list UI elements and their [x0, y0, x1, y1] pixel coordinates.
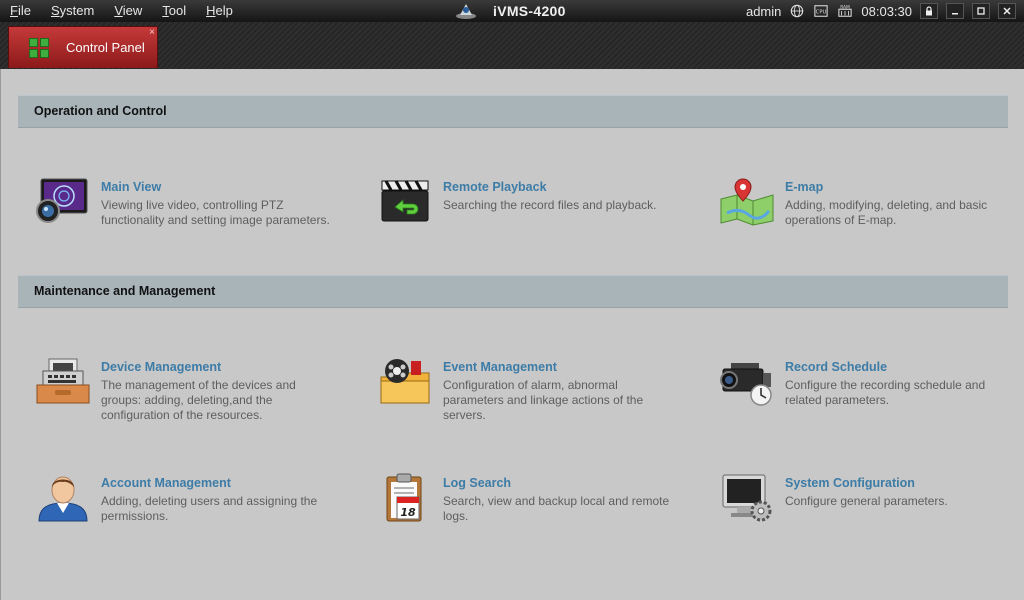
item-label: Device Management	[101, 360, 222, 374]
item-description: Search, view and backup local and remote…	[443, 494, 670, 523]
ram-label: RAM	[841, 4, 851, 10]
control-panel-grid-icon	[29, 37, 49, 58]
item-label: Remote Playback	[443, 180, 547, 194]
user-account-icon	[38, 476, 88, 522]
camera-logo-icon	[456, 4, 476, 19]
control-panel-content: Operation and Control Main View Viewing …	[0, 69, 1024, 600]
maximize-icon	[977, 7, 985, 15]
item-description: Adding, deleting users and assigning the…	[101, 494, 318, 523]
item-label: Log Search	[443, 476, 512, 490]
event-folder-icon	[380, 359, 430, 404]
lock-button[interactable]	[920, 3, 938, 19]
item-label: Account Management	[101, 476, 231, 490]
tab-strip: Control Panel ×	[0, 22, 1024, 70]
status-tools: admin CPU RAM 08:03:30	[746, 0, 1016, 22]
cpu-label: CPU	[816, 10, 827, 16]
close-icon	[1003, 7, 1011, 15]
map-pin-icon	[720, 178, 774, 226]
lock-icon	[926, 6, 932, 16]
item-description: Configure the recording schedule and rel…	[785, 378, 986, 407]
maximize-button[interactable]	[972, 3, 990, 19]
menu-view[interactable]: View	[104, 0, 152, 22]
clapperboard-icon	[381, 180, 429, 222]
menu-help[interactable]: Help	[196, 0, 243, 22]
menu-system[interactable]: System	[41, 0, 104, 22]
menu-file[interactable]: File	[0, 0, 41, 22]
item-label: E-map	[785, 180, 824, 194]
item-description: Configuration of alarm, abnormal paramet…	[443, 378, 644, 422]
item-description: Configure general parameters.	[785, 494, 948, 508]
item-description: The management of the devices and groups…	[101, 378, 296, 422]
app-title: iVMS-4200	[493, 3, 566, 19]
section-header-maintenance: Maintenance and Management	[18, 275, 1008, 308]
calendar-clipboard-icon: 18	[386, 473, 422, 522]
section-header-operation: Operation and Control	[18, 95, 1008, 128]
app-title-area: iVMS-4200	[455, 0, 566, 22]
globe-icon[interactable]	[789, 4, 805, 18]
item-label: System Configuration	[785, 476, 915, 490]
monitor-gear-icon	[722, 474, 772, 522]
close-button[interactable]	[998, 3, 1016, 19]
username: admin	[745, 3, 782, 19]
calendar-day: 18	[400, 506, 416, 519]
tab-close-icon[interactable]: ×	[149, 27, 155, 38]
device-drawer-icon	[36, 358, 90, 404]
clock-time: 08:03:30	[861, 3, 912, 19]
ram-icon[interactable]: RAM	[837, 4, 853, 18]
item-label: Record Schedule	[785, 360, 888, 374]
minimize-icon	[952, 13, 958, 15]
item-description: Adding, modifying, deleting, and basic o…	[785, 198, 988, 227]
menu-tool[interactable]: Tool	[152, 0, 196, 22]
camera-clock-icon	[720, 363, 772, 406]
tab-control-panel[interactable]: Control Panel ×	[8, 26, 158, 68]
cpu-icon[interactable]: CPU	[813, 4, 829, 18]
item-label: Main View	[101, 180, 162, 194]
item-label: Event Management	[443, 360, 557, 374]
minimize-button[interactable]	[946, 3, 964, 19]
item-description: Searching the record files and playback.	[443, 198, 657, 212]
item-description: Viewing live video, controlling PTZ func…	[101, 198, 330, 227]
menubar: File System View Tool Help iVMS-4200 adm…	[0, 0, 1024, 22]
tab-label: Control Panel	[66, 40, 145, 55]
main-view-icon	[36, 178, 88, 223]
menu-list: File System View Tool Help	[0, 0, 243, 22]
